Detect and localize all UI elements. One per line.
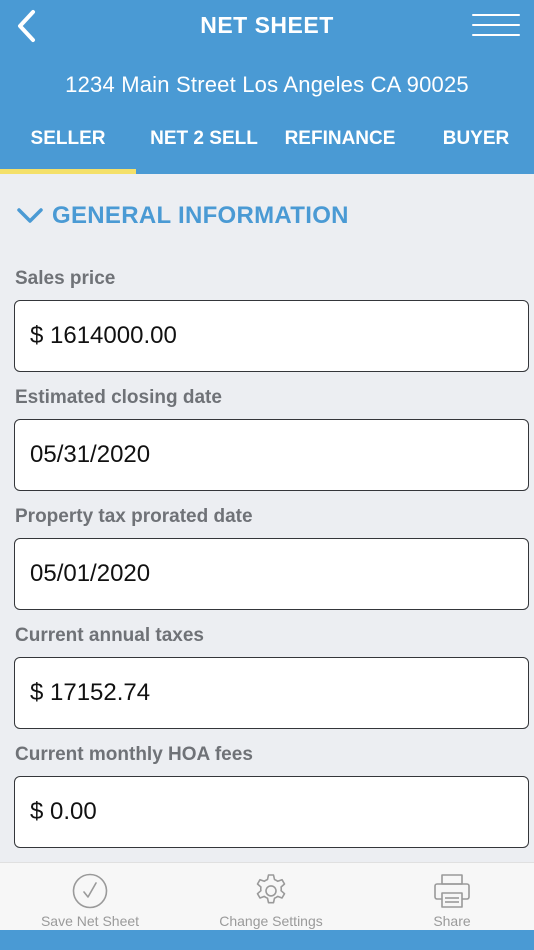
- property-address: 1234 Main Street Los Angeles CA 90025: [65, 72, 469, 97]
- printer-icon: [434, 874, 470, 908]
- hoa-fees-input[interactable]: $ 0.00: [14, 776, 529, 848]
- sales-price-input[interactable]: $ 1614000.00: [14, 300, 529, 372]
- form-content: GENERAL INFORMATION Sales price $ 161400…: [0, 174, 534, 862]
- hoa-fees-label: Current monthly HOA fees: [15, 744, 253, 765]
- page-title: NET SHEET: [200, 12, 334, 38]
- hamburger-menu-icon-bar: [472, 34, 520, 36]
- gear-icon: [256, 874, 286, 904]
- footer-strip: [0, 930, 534, 950]
- tab-net-2-sell[interactable]: NET 2 SELL: [136, 116, 272, 174]
- menu-button[interactable]: [470, 10, 522, 40]
- tab-label: REFINANCE: [284, 128, 396, 149]
- checkmark-circle-icon: [72, 873, 108, 909]
- section-title: GENERAL INFORMATION: [52, 202, 349, 229]
- save-net-sheet-button[interactable]: Save Net Sheet: [20, 863, 160, 931]
- tax-prorated-date-label: Property tax prorated date: [15, 506, 253, 527]
- tab-buyer[interactable]: BUYER: [408, 116, 534, 174]
- tax-prorated-date-input[interactable]: 05/01/2020: [14, 538, 529, 610]
- tab-refinance[interactable]: REFINANCE: [272, 116, 408, 174]
- change-settings-button[interactable]: Change Settings: [196, 863, 346, 931]
- tab-bar: SELLER NET 2 SELL REFINANCE BUYER: [0, 116, 534, 174]
- sales-price-label: Sales price: [15, 268, 116, 289]
- app-header: NET SHEET 1234 Main Street Los Angeles C…: [0, 0, 534, 174]
- chevron-down-icon: [17, 208, 43, 223]
- section-toggle-general-information[interactable]: GENERAL INFORMATION: [16, 202, 349, 230]
- tab-label: SELLER: [30, 128, 106, 149]
- share-button[interactable]: Share: [392, 863, 512, 931]
- closing-date-input[interactable]: 05/31/2020: [14, 419, 529, 491]
- hamburger-menu-icon-bar: [472, 14, 520, 16]
- save-net-sheet-label: Save Net Sheet: [40, 913, 140, 929]
- hamburger-menu-icon-bar: [472, 24, 520, 26]
- annual-taxes-label: Current annual taxes: [15, 625, 204, 646]
- closing-date-label: Estimated closing date: [15, 387, 222, 408]
- tab-label: NET 2 SELL: [150, 128, 258, 149]
- tab-seller[interactable]: SELLER: [0, 116, 136, 174]
- share-label: Share: [433, 913, 471, 929]
- change-settings-label: Change Settings: [219, 913, 323, 929]
- tab-label: BUYER: [442, 128, 510, 149]
- bottom-toolbar: Save Net Sheet Change Settings Share: [0, 862, 534, 931]
- annual-taxes-input[interactable]: $ 17152.74: [14, 657, 529, 729]
